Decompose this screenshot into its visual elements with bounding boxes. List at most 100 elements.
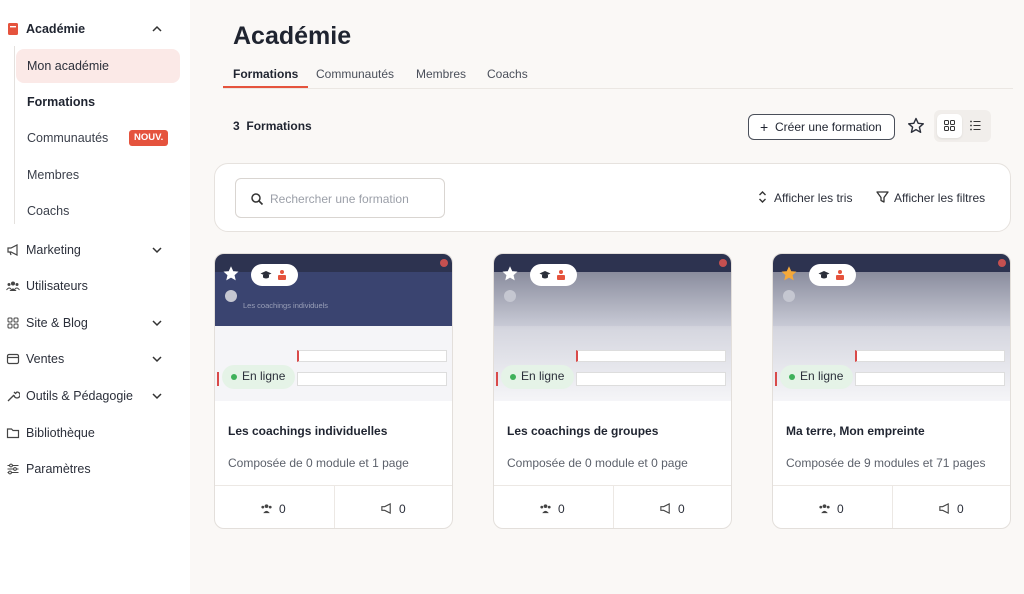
view-toggle [934, 110, 991, 142]
megaphone-icon [381, 502, 391, 515]
card-title: Ma terre, Mon empreinte [786, 424, 925, 438]
megaphone-icon [939, 502, 949, 515]
wrench-icon [7, 391, 20, 402]
megaphone-icon [660, 502, 670, 515]
campaigns-count: 0 [957, 502, 964, 516]
users-count: 0 [558, 502, 565, 516]
formation-card[interactable]: En ligne Les coachings de groupes Compos… [493, 253, 732, 529]
sidebar-item-marketing[interactable]: Marketing [0, 235, 190, 265]
sidebar-item-academie[interactable]: Académie [0, 14, 190, 44]
sidebar-item-formations[interactable]: Formations [16, 85, 180, 119]
show-filters-label: Afficher les filtres [894, 191, 986, 205]
card-title: Les coachings de groupes [507, 424, 659, 438]
tab-membres[interactable]: Membres [416, 67, 466, 81]
sidebar-item-parametres[interactable]: Paramètres [0, 454, 190, 484]
community-icon [278, 270, 286, 280]
status-badge: En ligne [780, 365, 853, 389]
sidebar-item-label: Bibliothèque [26, 426, 95, 440]
sidebar-item-site-blog[interactable]: Site & Blog [0, 308, 190, 338]
favorite-star-icon[interactable] [223, 266, 239, 282]
users-icon [261, 504, 272, 514]
card-subtitle: Composée de 9 modules et 71 pages [786, 456, 986, 470]
favorite-star-icon[interactable] [502, 266, 518, 282]
search-input[interactable] [270, 189, 438, 209]
show-sort-label: Afficher les tris [774, 191, 853, 205]
sidebar-item-label: Utilisateurs [26, 279, 88, 293]
sidebar: Académie Mon académie Formations Communa… [0, 0, 190, 594]
chevron-down-icon[interactable] [151, 245, 163, 255]
sidebar-item-label: Formations [27, 95, 96, 109]
book-icon [8, 23, 18, 35]
count-label: Formations [246, 119, 312, 133]
search-icon [251, 193, 264, 206]
status-badge: En ligne [222, 365, 295, 389]
list-view-icon [970, 120, 981, 131]
filter-panel: Afficher les tris Afficher les filtres [214, 163, 1011, 232]
formation-card[interactable]: Les coachings individuels En ligne Les c… [214, 253, 453, 529]
page-title: Académie [233, 22, 352, 50]
users-icon [819, 504, 830, 514]
card-footer: 0 0 [215, 485, 452, 528]
status-badge: En ligne [501, 365, 574, 389]
sidebar-item-coachs[interactable]: Coachs [16, 194, 180, 228]
favorite-star-icon[interactable] [781, 266, 797, 282]
grid-icon [7, 317, 19, 329]
community-icon [836, 270, 844, 280]
status-dot [510, 374, 516, 380]
formation-card[interactable]: En ligne Ma terre, Mon empreinte Composé… [772, 253, 1011, 529]
search-box [235, 178, 445, 218]
status-label: En ligne [242, 369, 286, 383]
create-formation-label: Créer une formation [775, 120, 882, 134]
status-dot [231, 374, 237, 380]
sidebar-item-ventes[interactable]: Ventes [0, 344, 190, 374]
users-icon [6, 281, 20, 291]
sidebar-item-label: Coachs [27, 204, 70, 218]
favorites-star-icon[interactable] [906, 116, 926, 136]
sidebar-item-membres[interactable]: Membres [16, 158, 180, 192]
status-dot [789, 374, 795, 380]
sidebar-group-label: Académie [26, 22, 86, 36]
users-count: 0 [279, 502, 286, 516]
access-icons [530, 264, 577, 286]
community-icon [557, 270, 565, 280]
campaigns-count: 0 [678, 502, 685, 516]
submenu-rail [14, 46, 15, 224]
access-icons [251, 264, 298, 286]
grid-view-button[interactable] [937, 114, 962, 138]
campaigns-count: 0 [399, 502, 406, 516]
folder-icon [6, 428, 20, 439]
sidebar-item-mon-academie[interactable]: Mon académie [16, 49, 180, 83]
sidebar-item-utilisateurs[interactable]: Utilisateurs [0, 271, 190, 301]
tab-formations[interactable]: Formations [233, 67, 298, 81]
sidebar-item-label: Marketing [26, 243, 81, 257]
active-tab-indicator [223, 86, 308, 88]
card-footer: 0 0 [494, 485, 731, 528]
chevron-down-icon[interactable] [151, 354, 163, 364]
megaphone-icon [7, 244, 18, 256]
card-title: Les coachings individuelles [228, 424, 388, 438]
sidebar-item-label: Outils & Pédagogie [26, 389, 134, 403]
chevron-down-icon[interactable] [151, 391, 163, 401]
grid-view-icon [944, 120, 955, 131]
window-icon [6, 353, 20, 365]
list-view-button[interactable] [963, 114, 988, 138]
chevron-down-icon[interactable] [151, 318, 163, 328]
filter-icon [876, 191, 889, 203]
graduation-cap-icon [539, 271, 551, 279]
sidebar-item-label: Membres [27, 168, 80, 182]
tab-communautes[interactable]: Communautés [316, 67, 394, 81]
tab-coachs[interactable]: Coachs [487, 67, 528, 81]
sidebar-item-outils-pedagogie[interactable]: Outils & Pédagogie [0, 381, 190, 411]
users-count: 0 [837, 502, 844, 516]
card-footer: 0 0 [773, 485, 1010, 528]
sort-icon [759, 191, 766, 203]
new-badge: NOUV. [129, 130, 169, 146]
chevron-up-icon[interactable] [151, 24, 163, 34]
sidebar-item-communautes[interactable]: Communautés NOUV. [16, 121, 180, 155]
sliders-icon [7, 463, 19, 475]
sidebar-item-label: Communautés [27, 131, 109, 145]
plus-icon: + [760, 119, 769, 135]
status-label: En ligne [521, 369, 565, 383]
create-formation-button[interactable]: + Créer une formation [748, 114, 895, 140]
sidebar-item-bibliotheque[interactable]: Bibliothèque [0, 418, 190, 448]
